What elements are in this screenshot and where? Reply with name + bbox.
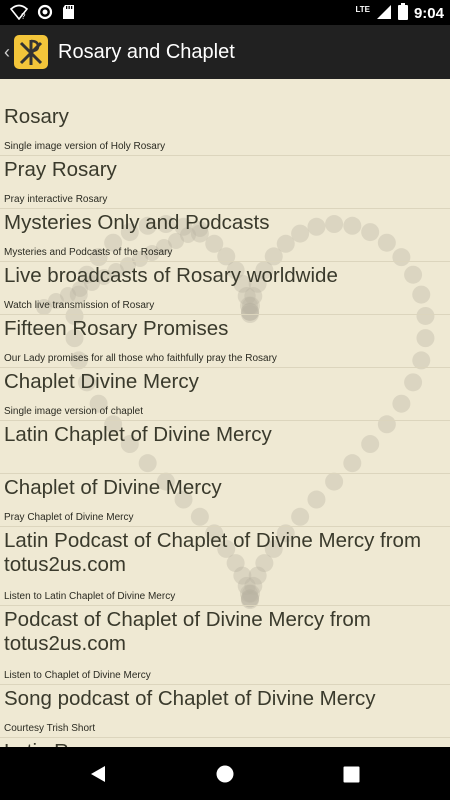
signal-icon [376, 4, 392, 24]
menu-item-title: Fifteen Rosary Promises [4, 317, 229, 340]
menu-item[interactable]: Live broadcasts of Rosary worldwide Watch… [0, 262, 450, 315]
menu-item-title: Song podcast of Chaplet of Divine Mercy [4, 687, 376, 710]
back-triangle-icon[interactable] [88, 764, 108, 789]
wifi-unknown-icon: ? [9, 4, 29, 25]
menu-screen: Rosary Single image version of Holy Rosar… [0, 79, 450, 747]
circle-sync-icon [37, 4, 53, 25]
menu-item-title: Chaplet of Divine Mercy [4, 476, 222, 499]
menu-item-title: Chaplet Divine Mercy [4, 370, 199, 393]
menu-item[interactable]: Song podcast of Chaplet of Divine Mercy C… [0, 685, 450, 738]
menu-item-title: Latin Chaplet of Divine Mercy [4, 423, 272, 446]
menu-item[interactable]: Rosary Single image version of Holy Rosar… [0, 103, 450, 156]
menu-item[interactable]: Chaplet Divine Mercy Single image version… [0, 368, 450, 421]
menu-item-title: Mysteries Only and Podcasts [4, 211, 270, 234]
menu-item-title: Latin Podcast of Chaplet of Divine Mercy… [4, 529, 422, 576]
menu-item[interactable]: Latin Chaplet of Divine Mercy [0, 421, 450, 474]
menu-item-title: Live broadcasts of Rosary worldwide [4, 264, 338, 287]
menu-item[interactable]: Fifteen Rosary Promises Our Lady promises… [0, 315, 450, 368]
chevron-left-icon[interactable]: ‹ [4, 42, 14, 63]
navigation-bar [0, 747, 450, 800]
recents-square-icon[interactable] [343, 766, 360, 788]
menu-item-subtitle: Single image version of Holy Rosary [4, 141, 166, 152]
menu-item-subtitle: Mysteries and Podcasts of the Rosary [4, 247, 173, 258]
menu-item-subtitle: Listen to Latin Chaplet of Divine Mercy [4, 591, 176, 602]
menu-item[interactable]: Podcast of Chaplet of Divine Mercy from … [0, 606, 450, 685]
menu-item-title: Latin Rosary [4, 740, 446, 747]
menu-item-subtitle: Our Lady promises for all those who fait… [4, 353, 277, 364]
menu-item-subtitle: Single image version of chaplet [4, 406, 143, 417]
status-time: 9:04 [413, 5, 444, 22]
menu-item-title: Podcast of Chaplet of Divine Mercy from … [4, 608, 371, 655]
menu-item[interactable]: Latin Rosary [0, 738, 450, 747]
sd-card-icon [62, 4, 75, 25]
battery-icon [397, 3, 408, 24]
svg-text:?: ? [21, 12, 26, 20]
app-title: Rosary and Chaplet [58, 40, 235, 63]
menu-item-title: Rosary [4, 105, 69, 128]
menu-item[interactable]: Chaplet of Divine Mercy Pray Chaplet of D… [0, 474, 450, 527]
action-bar: ‹ Rosary and Chaplet [0, 25, 450, 79]
menu-item-subtitle: Pray Chaplet of Divine Mercy [4, 512, 134, 523]
status-bar: ? LTE 9:04 [0, 0, 450, 25]
menu-item-subtitle: Watch live transmission of Rosary [4, 300, 155, 311]
menu-item-subtitle: Listen to Chaplet of Divine Mercy [4, 670, 151, 681]
menu-item-title: Pray Rosary [4, 158, 117, 181]
menu-item-subtitle: Pray interactive Rosary [4, 194, 108, 205]
network-type-label: LTE [355, 5, 370, 14]
chi-rho-app-icon[interactable] [14, 35, 48, 69]
menu-item-subtitle: Courtesy Trish Short [4, 723, 96, 734]
menu-item[interactable]: Latin Podcast of Chaplet of Divine Mercy… [0, 527, 450, 606]
home-circle-icon[interactable] [215, 764, 235, 789]
menu-item[interactable]: Pray Rosary Pray interactive Rosary [0, 156, 450, 209]
menu-item[interactable]: Mysteries Only and Podcasts Mysteries and… [0, 209, 450, 262]
menu-list: Rosary Single image version of Holy Rosar… [0, 103, 450, 747]
